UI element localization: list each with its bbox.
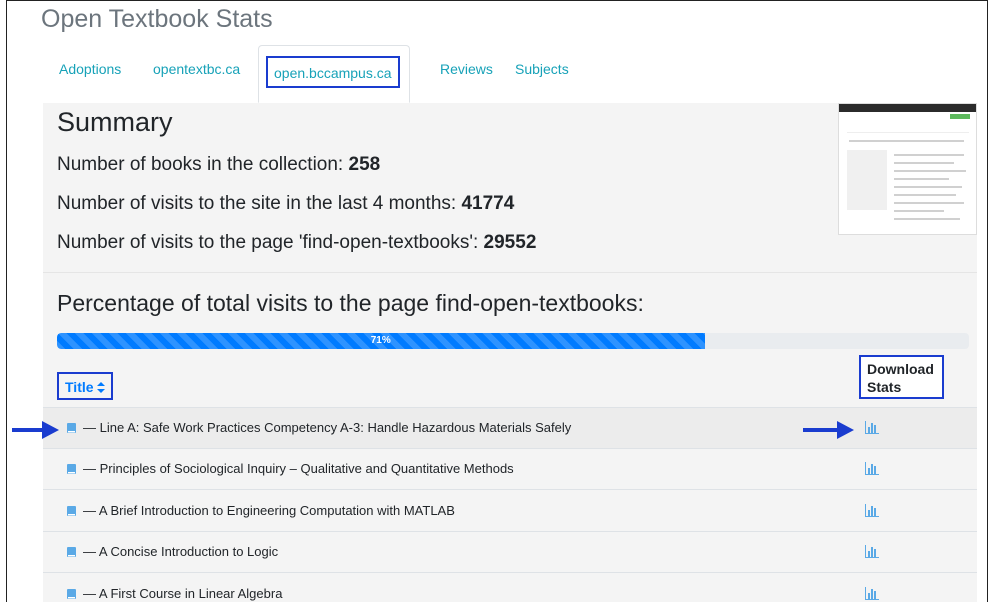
- book-title[interactable]: — Line A: Safe Work Practices Competency…: [83, 420, 571, 435]
- tab-opentextbc[interactable]: opentextbc.ca: [153, 45, 240, 103]
- book-title[interactable]: — A First Course in Linear Algebra: [83, 586, 282, 601]
- table-row: — A Concise Introduction to Logic: [43, 532, 977, 573]
- bar-chart-icon[interactable]: [865, 587, 879, 600]
- sort-by-title-button[interactable]: Title: [57, 372, 114, 400]
- bar-chart-icon[interactable]: [865, 421, 879, 434]
- tab-bar: Adoptions opentextbc.ca open.bccampus.ca…: [43, 45, 583, 104]
- bar-chart-icon[interactable]: [865, 504, 879, 517]
- book-title[interactable]: — Principles of Sociological Inquiry – Q…: [83, 461, 514, 476]
- tab-open-bccampus[interactable]: open.bccampus.ca: [258, 45, 410, 103]
- table-row: — A First Course in Linear Algebra: [43, 574, 977, 602]
- title-header-label: Title: [65, 379, 94, 395]
- stat-site-visits-value: 41774: [461, 193, 515, 214]
- main-content: Summary Number of books in the collectio…: [43, 103, 977, 602]
- book-title[interactable]: — A Brief Introduction to Engineering Co…: [83, 503, 455, 518]
- stat-page-visits: Number of visits to the page 'find-open-…: [57, 232, 536, 254]
- stat-page-visits-value: 29552: [483, 232, 537, 253]
- progress-bar: 71%: [57, 333, 969, 349]
- progress-fill: 71%: [57, 333, 705, 349]
- download-stats-header: Download Stats: [859, 355, 944, 399]
- section-divider: [43, 272, 977, 273]
- stat-books-value: 258: [348, 154, 381, 175]
- summary-heading: Summary: [57, 107, 173, 137]
- table-row: — A Brief Introduction to Engineering Co…: [43, 491, 977, 532]
- book-icon[interactable]: [66, 505, 77, 517]
- tab-open-bccampus-label: open.bccampus.ca: [266, 56, 400, 88]
- book-icon[interactable]: [66, 546, 77, 558]
- table-row: — Principles of Sociological Inquiry – Q…: [43, 449, 977, 490]
- book-title[interactable]: — A Concise Introduction to Logic: [83, 544, 278, 559]
- website-screenshot-thumbnail: [838, 103, 977, 235]
- app-title: Open Textbook Stats: [41, 5, 273, 33]
- bar-chart-icon[interactable]: [865, 545, 879, 558]
- bar-chart-icon[interactable]: [865, 462, 879, 475]
- sort-icon: [97, 382, 106, 393]
- book-icon[interactable]: [66, 588, 77, 600]
- arrow-right-icon: [803, 421, 854, 439]
- book-icon[interactable]: [66, 463, 77, 475]
- stat-books: Number of books in the collection: 258: [57, 154, 380, 176]
- tab-adoptions[interactable]: Adoptions: [59, 45, 121, 103]
- stat-page-visits-label: Number of visits to the page 'find-open-…: [57, 232, 479, 253]
- stat-site-visits: Number of visits to the site in the last…: [57, 193, 514, 215]
- stat-site-visits-label: Number of visits to the site in the last…: [57, 193, 457, 214]
- tab-subjects[interactable]: Subjects: [515, 45, 569, 103]
- tab-reviews[interactable]: Reviews: [440, 45, 493, 103]
- percentage-heading: Percentage of total visits to the page f…: [57, 290, 644, 316]
- book-icon[interactable]: [66, 422, 77, 434]
- stat-books-label: Number of books in the collection:: [57, 154, 344, 175]
- arrow-right-icon: [12, 421, 59, 439]
- browser-frame: Open Textbook Stats Adoptions opentextbc…: [6, 0, 988, 602]
